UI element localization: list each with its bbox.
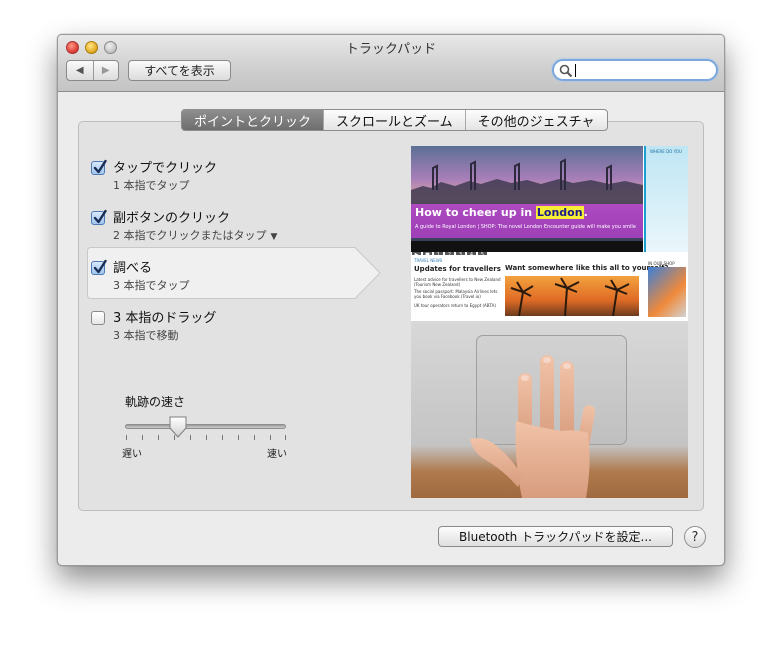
tab-bar: ポイントとクリック スクロールとズーム その他のジェスチャ — [181, 109, 608, 131]
help-button[interactable]: ? — [684, 526, 706, 548]
three-finger-drag-checkbox[interactable] — [91, 311, 105, 325]
titlebar: トラックパッド ◀ ▶ すべてを表示 — [58, 35, 724, 92]
slider-tick — [254, 435, 255, 440]
preview-news-item: The social passport: Malaysia Airlines l… — [414, 289, 498, 299]
set-up-bluetooth-trackpad-button[interactable]: Bluetooth トラックパッドを設定... — [438, 526, 673, 547]
slider-max-label: 速い — [267, 449, 287, 460]
tab-more-gestures[interactable]: その他のジェスチャ — [464, 110, 607, 130]
slider-tick — [190, 435, 191, 440]
slider-tick — [238, 435, 239, 440]
preview-news-title: Updates for travellers — [414, 265, 501, 273]
slider-knob[interactable] — [168, 416, 188, 438]
look-up-checkbox[interactable] — [91, 259, 107, 275]
tracking-speed-label: 軌跡の速さ — [125, 395, 186, 409]
slider-tick — [206, 435, 207, 440]
preview-headline: How to cheer up in London. — [415, 206, 588, 219]
option-title: 調べる — [113, 261, 153, 276]
option-subtitle: 1 本指でタップ — [113, 179, 190, 192]
forward-button[interactable]: ▶ — [92, 61, 119, 80]
preview-palm-photo — [505, 276, 639, 317]
preview-trackpad-scene — [411, 321, 688, 498]
slider-tick — [142, 435, 143, 440]
palm-trees — [510, 277, 630, 317]
show-all-button[interactable]: すべてを表示 — [128, 60, 231, 81]
preview-sidebar-map: WHERE DO YOU — [644, 146, 688, 252]
preview-news-header: TRAVEL NEWS — [414, 258, 443, 263]
tap-to-click-checkbox[interactable] — [91, 159, 107, 175]
slider-tick — [158, 435, 159, 440]
checkmark-icon — [93, 259, 107, 274]
text-caret — [575, 64, 576, 77]
slider-min-label: 遅い — [122, 449, 142, 460]
option-subtitle: 2 本指でクリックまたはタップ — [113, 229, 267, 242]
preview-city-header: IN OUR SHOP — [648, 261, 675, 266]
gesture-preview-video: How to cheer up in London. A guide to Ro… — [411, 146, 688, 498]
option-title: 3 本指のドラッグ — [113, 311, 217, 326]
checkmark-icon — [93, 209, 107, 224]
triangle-down-icon: ▼ — [270, 232, 278, 242]
search-field[interactable] — [552, 59, 718, 81]
option-title: タップでクリック — [113, 161, 218, 176]
tab-point-and-click[interactable]: ポイントとクリック — [182, 110, 324, 130]
tab-scroll-and-zoom[interactable]: スクロールとズーム — [323, 110, 465, 130]
preview-subline: A guide to Royal London | SHOP: The nove… — [415, 224, 636, 230]
option-subtitle: 3 本指で移動 — [113, 329, 179, 342]
tracking-speed-slider[interactable] — [125, 424, 286, 429]
secondary-click-checkbox[interactable] — [91, 209, 107, 225]
skyline-silhouette — [411, 158, 643, 204]
back-button[interactable]: ◀ — [67, 61, 93, 80]
slider-tick — [126, 435, 127, 440]
slider-tick — [222, 435, 223, 440]
slider-tick — [285, 435, 286, 440]
option-subtitle: 3 本指でタップ — [113, 279, 190, 292]
preview-news-item: UK tour operators return to Egypt (ABTA) — [414, 303, 496, 308]
preview-want-title: Want somewhere like this all to yourself… — [505, 264, 669, 272]
search-icon — [559, 64, 573, 78]
back-forward-control: ◀ ▶ — [66, 60, 119, 81]
preview-news-section: TRAVEL NEWS Updates for travellers Lates… — [411, 255, 688, 319]
option-title: 副ボタンのクリック — [113, 211, 231, 226]
slider-tick — [270, 435, 271, 440]
window-title: トラックパッド — [345, 42, 437, 57]
preview-pager: ▶■12345 — [411, 241, 643, 260]
secondary-click-popup[interactable]: 2 本指でクリックまたはタップ ▼ — [113, 227, 277, 243]
hand-illustration — [470, 355, 596, 498]
preview-guidebook-image — [648, 267, 686, 317]
look-up-highlight: London — [535, 206, 584, 219]
checkmark-icon — [93, 159, 107, 174]
trackpad-preferences-window: トラックパッド ◀ ▶ すべてを表示 ポイントとクリック スクロールとズーム そ… — [57, 34, 725, 566]
search-input[interactable] — [574, 63, 709, 77]
preview-side-header: WHERE DO YOU — [650, 149, 682, 154]
preview-news-item: Latest advice for travellers to New Zeal… — [414, 277, 501, 287]
